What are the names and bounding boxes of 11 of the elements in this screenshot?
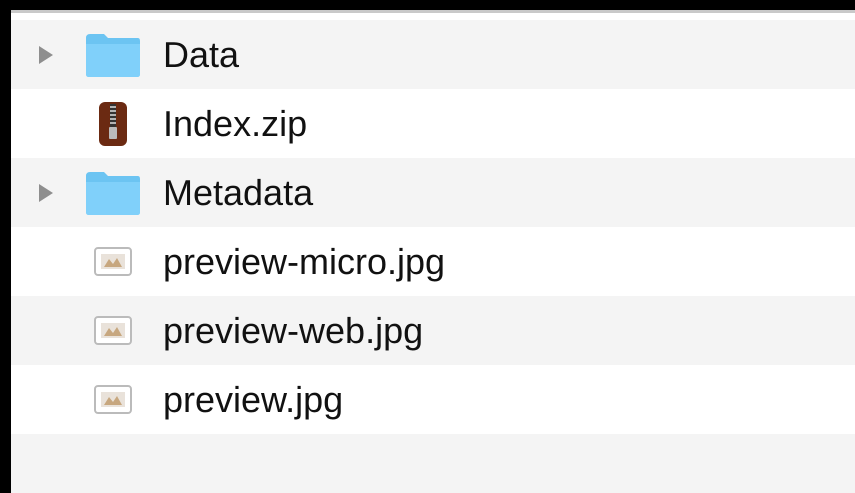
file-name[interactable]: Data [163, 28, 240, 82]
image-file-icon [94, 246, 132, 276]
file-name[interactable]: Metadata [163, 166, 314, 220]
file-name[interactable]: Index.zip [163, 96, 308, 150]
image-file-icon [94, 316, 132, 346]
zip-archive-icon [98, 100, 128, 146]
folder-icon [84, 32, 142, 78]
folder-icon [84, 170, 142, 216]
file-name[interactable]: preview-web.jpg [163, 304, 424, 358]
file-name[interactable]: preview.jpg [163, 372, 344, 426]
image-file-icon [94, 384, 132, 414]
